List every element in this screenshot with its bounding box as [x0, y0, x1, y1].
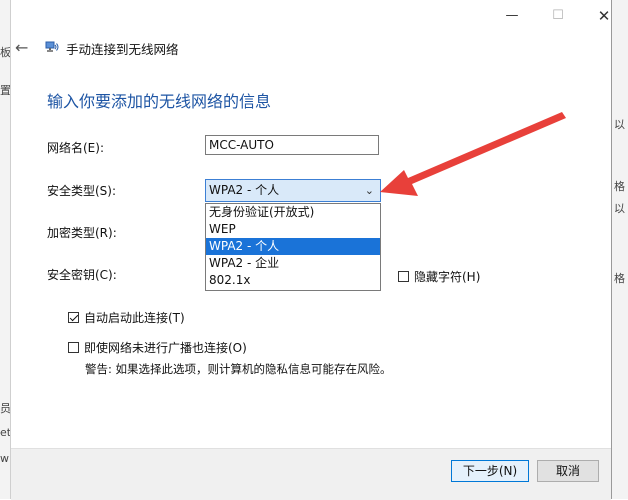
checkbox-checked-icon[interactable] — [68, 312, 79, 323]
dialog-footer: 下一步(N) 取消 — [11, 448, 611, 500]
auto-start-label: 自动启动此连接(T) — [84, 311, 185, 325]
background-window-right — [612, 0, 628, 499]
cancel-button[interactable]: 取消 — [537, 460, 599, 482]
security-type-value: WPA2 - 个人 — [209, 183, 280, 197]
close-button[interactable]: ✕ — [581, 6, 627, 26]
security-key-label: 安全密钥(C): — [47, 268, 117, 282]
page-heading: 输入你要添加的无线网络的信息 — [47, 92, 272, 111]
security-type-label: 安全类型(S): — [47, 184, 117, 198]
security-option-8021x[interactable]: 802.1x — [206, 272, 380, 289]
security-option-wpa2-enterprise[interactable]: WPA2 - 企业 — [206, 255, 380, 272]
network-name-input[interactable]: MCC-AUTO — [205, 135, 379, 155]
background-text: 格 — [614, 272, 625, 285]
privacy-warning: 警告: 如果选择此选项，则计算机的隐私信息可能存在风险。 — [85, 362, 392, 376]
chevron-down-icon: ⌄ — [364, 184, 374, 197]
minimize-button[interactable]: — — [489, 6, 535, 26]
connect-hidden-checkbox[interactable]: 即使网络未进行广播也连接(O) — [68, 339, 247, 356]
network-icon — [45, 41, 59, 52]
background-text: 格 — [614, 180, 625, 193]
security-type-select[interactable]: WPA2 - 个人 ⌄ — [205, 179, 381, 202]
background-text: w — [0, 452, 9, 465]
encryption-type-label: 加密类型(R): — [47, 226, 117, 240]
maximize-button[interactable]: ☐ — [535, 6, 581, 26]
network-name-label: 网络名(E): — [47, 141, 104, 155]
window-title: 手动连接到无线网络 — [66, 42, 179, 57]
connect-hidden-label: 即使网络未进行广播也连接(O) — [84, 341, 247, 355]
auto-start-checkbox[interactable]: 自动启动此连接(T) — [68, 309, 185, 326]
security-option-wpa2-personal[interactable]: WPA2 - 个人 — [206, 238, 380, 255]
background-window-left — [0, 0, 10, 499]
checkbox-box[interactable] — [398, 271, 409, 282]
hide-characters-label: 隐藏字符(H) — [414, 270, 481, 284]
security-type-dropdown: 无身份验证(开放式) WEP WPA2 - 个人 WPA2 - 企业 802.1… — [205, 203, 381, 291]
checkbox-box[interactable] — [68, 342, 79, 353]
next-button[interactable]: 下一步(N) — [451, 460, 529, 482]
security-option-wep[interactable]: WEP — [206, 221, 380, 238]
hide-characters-checkbox[interactable]: 隐藏字符(H) — [398, 268, 480, 285]
security-option-open[interactable]: 无身份验证(开放式) — [206, 204, 380, 221]
wireless-network-dialog: — ☐ ✕ ← 手动连接到无线网络 输入你要添加的无线网络的信息 网络名(E):… — [10, 0, 612, 500]
background-text: 以 — [614, 118, 625, 131]
background-text: 以 — [614, 202, 625, 215]
back-arrow-icon[interactable]: ← — [15, 38, 28, 57]
